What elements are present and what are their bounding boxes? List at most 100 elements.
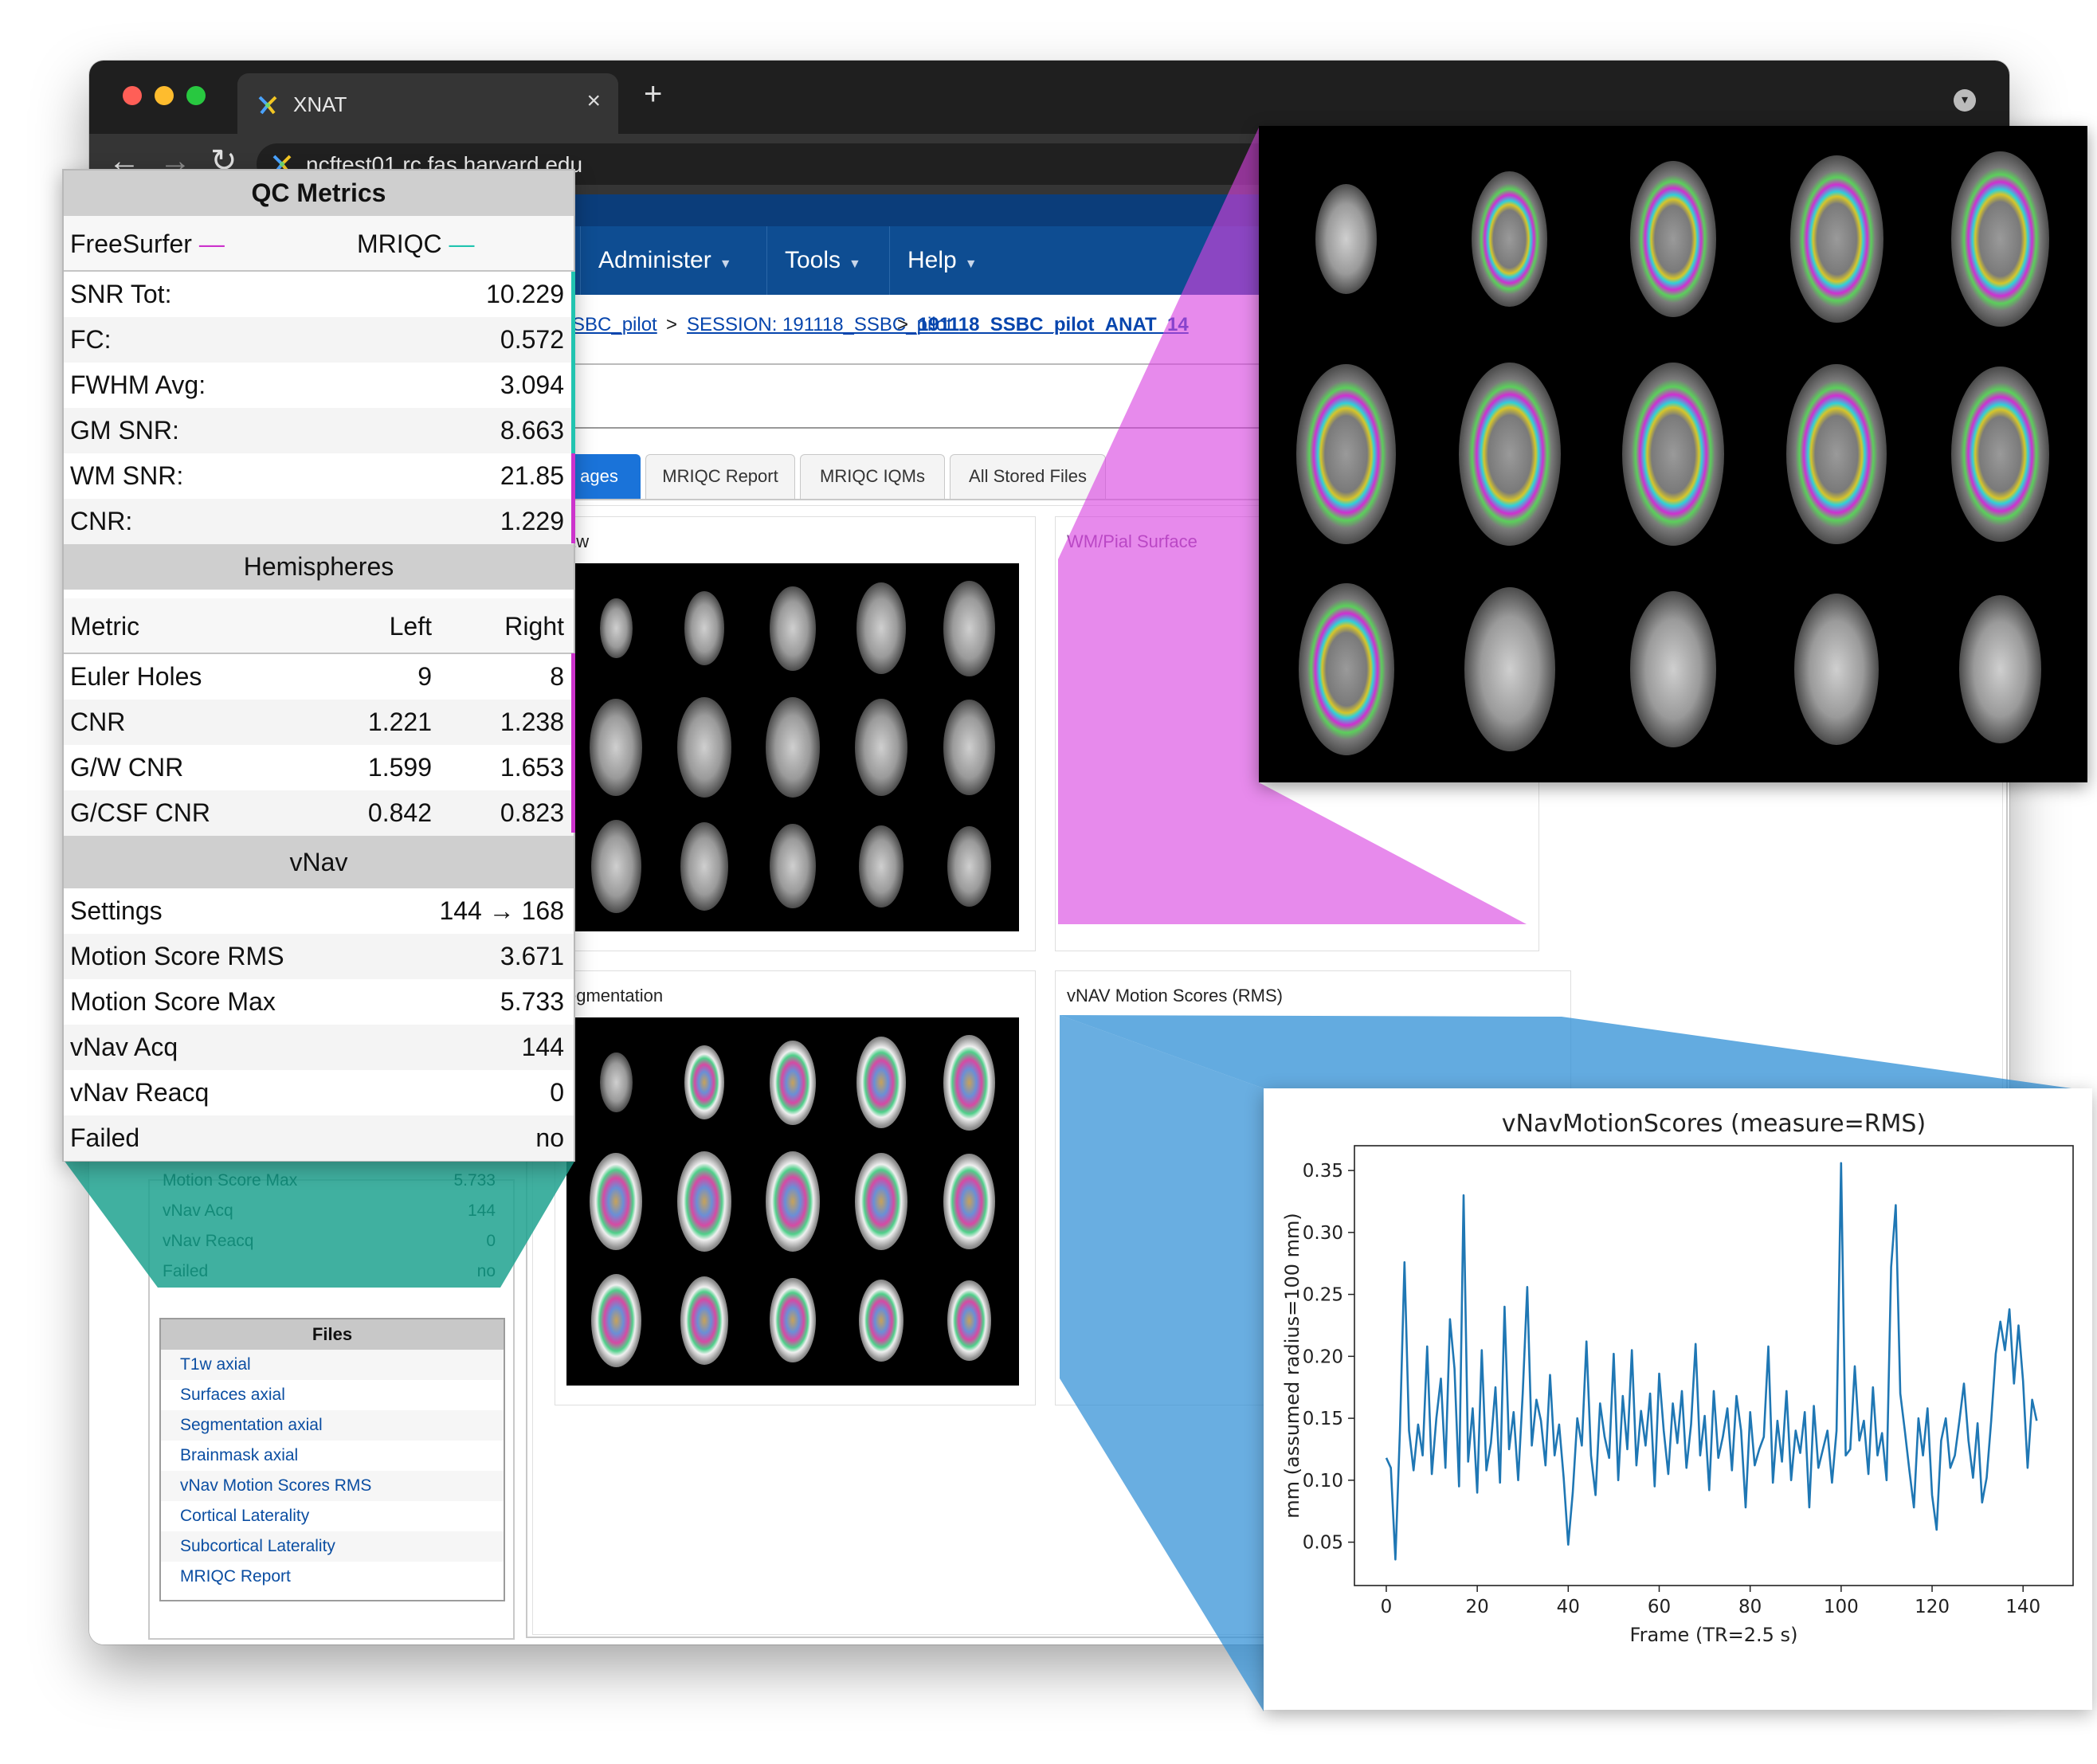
brain-slice <box>663 690 747 804</box>
brain-slice <box>1921 564 2079 774</box>
minimize-window-icon[interactable] <box>155 86 174 105</box>
legend-mriqc-label: MRIQC <box>357 229 442 258</box>
y-tick-label: 0.10 <box>1303 1471 1343 1492</box>
qc-hemi-right: 8 <box>550 662 564 691</box>
qc-metric-row: FWHM Avg: 3.094 <box>64 363 574 408</box>
brain-slice-image <box>677 1151 731 1252</box>
qc-hemi-label: CNR <box>70 708 126 736</box>
brain-slice-image <box>770 1278 816 1363</box>
new-tab-icon[interactable]: + <box>644 78 662 110</box>
breadcrumb-project[interactable]: SBC_pilot <box>572 314 657 336</box>
brain-slice-image <box>1472 171 1548 308</box>
breadcrumb-scan[interactable]: 191118_SSBC_pilot_ANAT_14 <box>918 314 1189 336</box>
brain-slice <box>839 1264 923 1378</box>
qc-metric-value: 10.229 <box>486 280 564 308</box>
qc-vnav-value: 144 → 168 <box>439 896 564 925</box>
menu-tools[interactable]: Tools ▼ <box>766 226 888 295</box>
pial-surface-montage-callout <box>1259 126 2087 782</box>
qc-hemisphere-row: CNR 1.221 1.238 <box>64 700 574 745</box>
brain-slice <box>751 1264 835 1378</box>
qc-vnav-value: 5.733 <box>500 987 564 1016</box>
qc-metric-value: 0.572 <box>500 325 564 354</box>
brain-slice <box>927 690 1011 804</box>
brain-slice <box>1921 349 2079 559</box>
qc-metric-label: FC: <box>70 325 112 354</box>
tab-mriqc-iqms[interactable]: MRIQC IQMs <box>800 454 945 499</box>
brain-slice-image <box>590 698 643 797</box>
panel-t1w: 1w <box>555 516 1036 951</box>
y-tick-label: 0.25 <box>1303 1285 1343 1306</box>
breadcrumb-session[interactable]: SESSION: 191118_SSBC_pilot <box>687 314 952 336</box>
tab-all-stored-files[interactable]: All Stored Files <box>950 454 1106 499</box>
brain-slice <box>1267 134 1425 344</box>
qc-metric-row: GM SNR: 8.663 <box>64 408 574 453</box>
legend-mriqc-swatch: — <box>449 229 475 258</box>
ghost-row-value: 5.733 <box>453 1171 496 1190</box>
qc-metric-value: 21.85 <box>500 461 564 490</box>
file-link[interactable]: MRIQC Report <box>161 1562 504 1592</box>
brain-slice-image <box>943 1154 995 1249</box>
file-link[interactable]: vNav Motion Scores RMS <box>161 1471 504 1501</box>
brain-slice-image <box>1298 583 1394 755</box>
brain-slice <box>751 809 835 923</box>
tab-close-icon[interactable]: × <box>586 89 601 113</box>
tab-mriqc-report[interactable]: MRIQC Report <box>645 454 795 499</box>
y-tick-label: 0.05 <box>1303 1533 1343 1554</box>
brain-slice-image <box>943 1034 995 1131</box>
qc-hemi-label: G/CSF CNR <box>70 798 210 827</box>
maximize-window-icon[interactable] <box>186 86 206 105</box>
qc-vnav-row: Settings 144 → 168 <box>64 888 574 934</box>
brain-slice <box>574 571 658 685</box>
file-link[interactable]: Brainmask axial <box>161 1441 504 1471</box>
brain-slice-image <box>943 700 995 795</box>
menu-help[interactable]: Help ▼ <box>889 226 1009 295</box>
files-heading: Files <box>161 1319 504 1350</box>
file-link[interactable]: Surfaces axial <box>161 1380 504 1410</box>
brain-slice-image <box>856 582 906 674</box>
plot-frame <box>1354 1145 2074 1586</box>
qc-metric-value: 8.663 <box>500 416 564 445</box>
qc-vnav-label: vNav Reacq <box>70 1078 210 1107</box>
brain-slice <box>663 1144 747 1258</box>
breadcrumb-separator: > <box>897 314 909 335</box>
x-tick-label: 80 <box>1738 1597 1762 1617</box>
file-link[interactable]: Subcortical Laterality <box>161 1531 504 1562</box>
qc-vnav-row: Failed no <box>64 1115 574 1161</box>
qc-hemi-left: 1.221 <box>367 708 432 736</box>
qc-metric-value: 1.229 <box>500 507 564 535</box>
qc-hemi-left: 1.599 <box>367 753 432 782</box>
x-tick-label: 120 <box>1915 1597 1950 1617</box>
browser-tab-xnat[interactable]: XNAT × <box>237 73 618 134</box>
segmentation-montage[interactable] <box>566 1017 1019 1386</box>
brain-slice-image <box>590 819 641 913</box>
freesurfer-source-bar <box>571 453 575 543</box>
panel-vnav-title: vNAV Motion Scores (RMS) <box>1067 986 1283 1005</box>
brain-slice <box>927 1264 1011 1378</box>
brain-slice-image <box>590 1273 641 1367</box>
t1w-montage[interactable] <box>566 563 1019 931</box>
brain-slice <box>1758 564 1916 774</box>
brain-slice <box>927 809 1011 923</box>
brain-slice <box>663 809 747 923</box>
brain-slice <box>1593 134 1752 344</box>
brain-slice <box>574 1025 658 1139</box>
brain-slice-image <box>1629 591 1717 747</box>
qc-metric-label: FWHM Avg: <box>70 370 206 399</box>
brain-slice-image <box>684 1045 725 1119</box>
brain-slice <box>1758 134 1916 344</box>
close-window-icon[interactable] <box>123 86 142 105</box>
file-link[interactable]: Segmentation axial <box>161 1410 504 1441</box>
qc-title: QC Metrics <box>64 171 574 216</box>
qc-hemi-right: 1.653 <box>500 753 564 782</box>
file-link[interactable]: Cortical Laterality <box>161 1501 504 1531</box>
file-link[interactable]: T1w axial <box>161 1350 504 1380</box>
pial-surface-montage[interactable] <box>1259 126 2087 782</box>
menu-administer[interactable]: Administer ▼ <box>580 226 765 295</box>
tab-search-icon[interactable]: ▾ <box>1954 89 1976 112</box>
qc-vnav-row: vNav Reacq 0 <box>64 1070 574 1115</box>
caret-down-icon: ▼ <box>964 257 978 271</box>
brain-slice-image <box>1464 587 1555 751</box>
qc-hemi-left: 0.842 <box>367 798 432 827</box>
brain-slice-image <box>1458 362 1561 547</box>
brain-slice-image <box>858 825 903 908</box>
